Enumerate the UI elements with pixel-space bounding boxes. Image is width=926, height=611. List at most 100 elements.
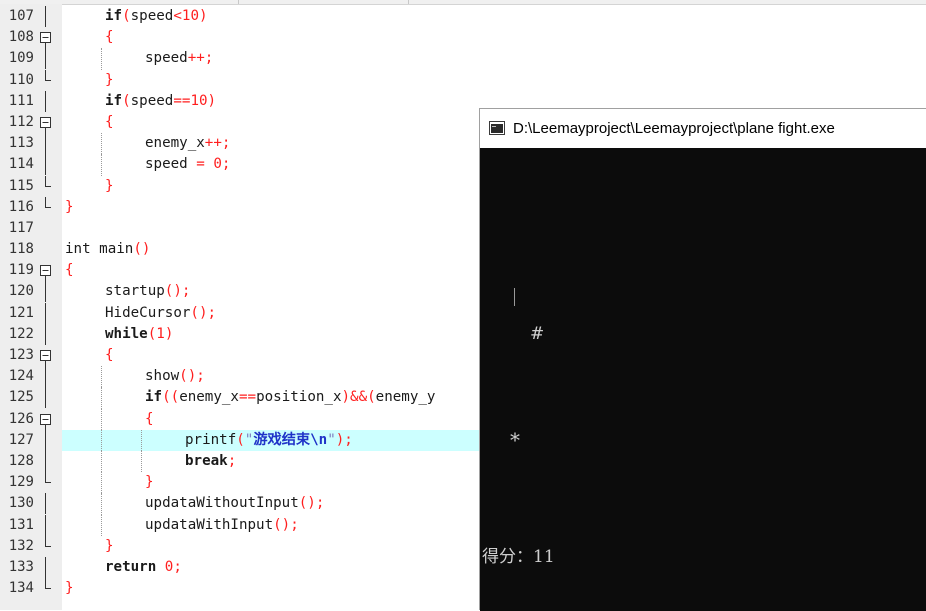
identifier-token: HideCursor	[105, 304, 191, 321]
code-text: if((enemy_x==position_x)&&(enemy_y	[145, 387, 435, 408]
fold-collapse-icon[interactable]	[38, 260, 54, 282]
line-number: 127	[8, 431, 34, 448]
code-line[interactable]: 107 if(speed<10)	[0, 6, 926, 27]
operator-token: ();	[273, 516, 299, 533]
indent-guide	[101, 366, 102, 388]
operator-token: ();	[179, 368, 205, 385]
indent-guide	[101, 472, 102, 494]
number-token: 1	[156, 325, 165, 342]
plane-glyph: *	[510, 428, 520, 452]
fold-line-marker	[38, 218, 54, 239]
indent-guide	[101, 450, 102, 473]
operator-token: (	[147, 325, 157, 342]
operator-token: {	[65, 262, 74, 279]
line-number: 117	[8, 219, 34, 236]
console-screen[interactable]: # * 得分：11	[480, 148, 926, 611]
enemy-glyph: #	[530, 324, 545, 344]
operator-token: (	[236, 431, 245, 448]
identifier-token: show	[145, 368, 180, 385]
code-area[interactable]: if(speed<10)	[62, 6, 926, 27]
code-area[interactable]: speed++;	[62, 48, 926, 70]
indent-guide	[141, 450, 142, 473]
string-token: 游戏结束\n	[253, 432, 327, 448]
console-window[interactable]: D:\Leemayproject\Leemayproject\plane fig…	[479, 108, 926, 611]
operator-token: );	[335, 431, 353, 448]
fold-line-marker	[38, 90, 54, 112]
code-line[interactable]: 109 speed++;	[0, 48, 926, 70]
indent-guide	[101, 387, 102, 409]
operator-token: {	[105, 113, 114, 130]
operator-token: ((	[162, 389, 180, 406]
code-text: }	[105, 536, 114, 557]
keyword-token: break	[185, 452, 228, 469]
line-number: 114	[8, 156, 34, 173]
fold-collapse-icon[interactable]	[38, 409, 54, 430]
identifier-token: speed	[145, 156, 197, 173]
code-text: while(1)	[105, 324, 173, 345]
operator-token: }	[145, 474, 154, 491]
fold-end-marker	[38, 175, 54, 197]
code-text: {	[145, 409, 154, 430]
line-number: 131	[8, 516, 34, 533]
keyword-token: if	[105, 92, 123, 109]
operator-token: ==	[238, 389, 257, 406]
code-text: speed = 0;	[145, 154, 230, 175]
operator-token: ();	[190, 304, 217, 321]
operator-token: =	[196, 156, 205, 173]
line-number: 115	[8, 177, 34, 194]
code-text: if(speed==10)	[105, 91, 216, 112]
string-token: "	[327, 431, 336, 448]
console-title-bar[interactable]: D:\Leemayproject\Leemayproject\plane fig…	[480, 109, 926, 148]
code-text: enemy_x++;	[145, 133, 230, 154]
fold-end-marker	[38, 535, 54, 557]
code-area[interactable]: {	[62, 27, 926, 48]
indent-guide	[101, 408, 102, 430]
identifier-token: enemy_x	[145, 135, 205, 152]
code-text: if(speed<10)	[105, 6, 208, 27]
fold-collapse-icon[interactable]	[38, 27, 54, 49]
fold-collapse-icon[interactable]	[38, 112, 54, 133]
line-number: 109	[8, 50, 34, 67]
keyword-token: if	[105, 8, 123, 24]
fold-line-marker	[38, 302, 54, 324]
fold-collapse-icon[interactable]	[38, 345, 54, 366]
indent-guide	[101, 154, 102, 176]
operator-token: ()	[133, 241, 151, 258]
line-number: 118	[8, 241, 34, 258]
code-area[interactable]: }	[62, 70, 926, 91]
fold-end-marker	[38, 69, 54, 91]
operator-token: )	[207, 92, 217, 109]
number-token: 10	[181, 8, 199, 24]
line-number: 130	[8, 495, 34, 512]
code-text: speed++;	[145, 48, 213, 69]
line-number: 120	[8, 283, 34, 300]
operator-token: }	[65, 198, 74, 215]
identifier-token: main	[90, 241, 134, 258]
code-text: {	[105, 345, 114, 366]
fold-line-marker	[38, 387, 54, 409]
operator-token: )	[199, 8, 208, 24]
operator-token: {	[105, 347, 114, 363]
keyword-token: if	[145, 389, 163, 406]
line-number: 111	[8, 92, 34, 109]
identifier-token	[156, 559, 165, 575]
line-number: 126	[8, 410, 34, 427]
line-number: 108	[8, 29, 34, 46]
line-number: 125	[8, 389, 34, 406]
code-text: {	[105, 112, 114, 133]
fold-line-marker	[38, 493, 54, 515]
fold-end-marker	[38, 578, 54, 599]
line-number: 110	[8, 71, 34, 88]
operator-token: ();	[164, 283, 191, 300]
operator-token: ;	[173, 558, 182, 575]
indent-guide	[101, 514, 102, 536]
indent-guide	[101, 493, 102, 515]
line-number: 113	[8, 135, 34, 152]
keyword-token: int	[65, 241, 91, 258]
line-number: 123	[8, 347, 34, 363]
line-number: 133	[8, 558, 34, 575]
code-line[interactable]: 110}	[0, 69, 926, 91]
line-number: 112	[8, 113, 34, 130]
code-line[interactable]: 108 {	[0, 27, 926, 49]
code-text: return 0;	[105, 557, 182, 578]
